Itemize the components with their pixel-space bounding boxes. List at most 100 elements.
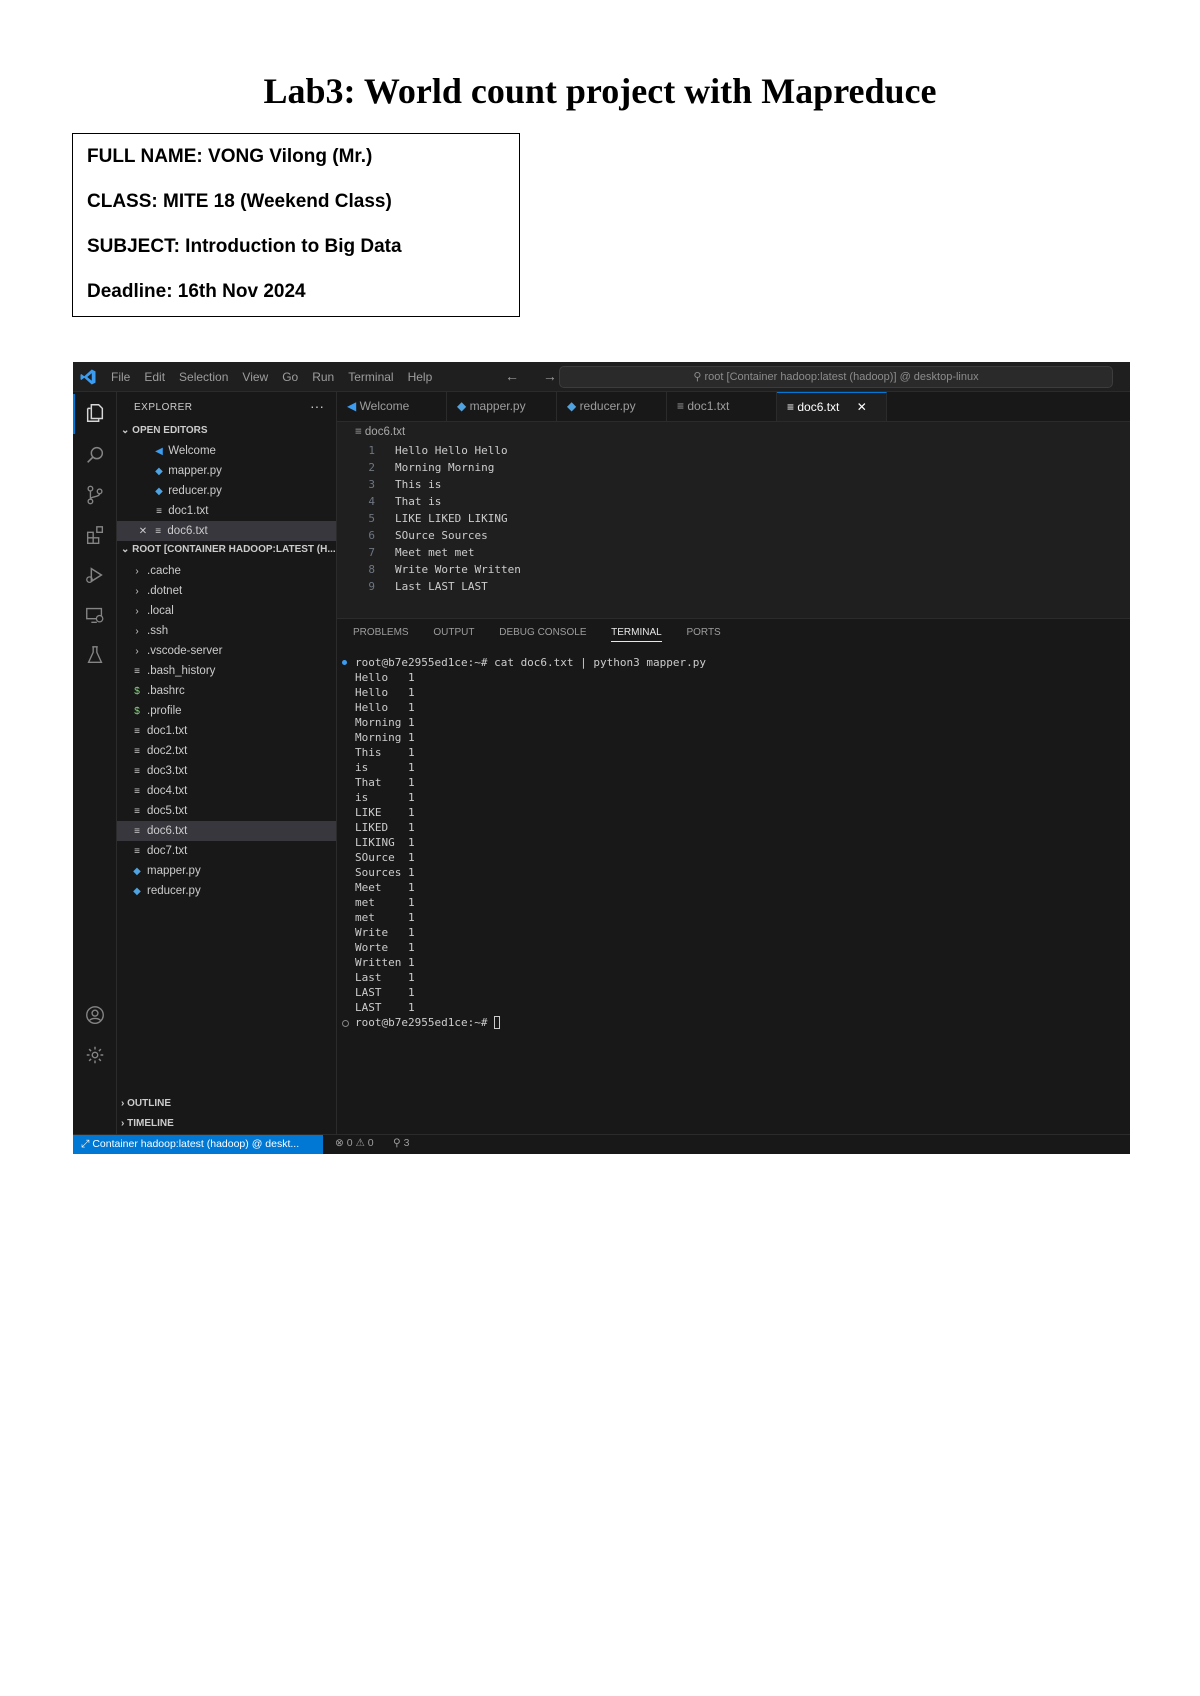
text-file-icon: ≡: [355, 426, 365, 438]
prompt-marker-icon: [342, 660, 347, 665]
tab-reducer[interactable]: ◆ reducer.py: [557, 392, 667, 421]
close-icon[interactable]: ✕: [857, 400, 867, 414]
menu-selection[interactable]: Selection: [179, 370, 228, 384]
tree-file[interactable]: $ .bashrc: [117, 681, 336, 701]
terminal-prompt: root@b7e2955ed1ce:~#: [355, 1016, 495, 1029]
text-file-icon: ≡: [134, 766, 140, 777]
remote-explorer-icon[interactable]: [84, 604, 106, 626]
tab-problems[interactable]: PROBLEMS: [353, 627, 409, 638]
tab-label: mapper.py: [469, 399, 526, 413]
tree-file[interactable]: ≡ doc2.txt: [117, 741, 336, 761]
student-info-box: FULL NAME: VONG Vilong (Mr.) CLASS: MITE…: [72, 133, 520, 317]
tab-ports[interactable]: PORTS: [686, 627, 720, 638]
menu-file[interactable]: File: [111, 370, 130, 384]
tab-label: doc1.txt: [687, 399, 730, 413]
tab-doc6[interactable]: ≡ doc6.txt ✕: [777, 392, 887, 421]
tree-file[interactable]: ◆ reducer.py: [117, 881, 336, 901]
testing-icon[interactable]: [84, 644, 106, 666]
line-content: SOurce Sources: [395, 529, 488, 542]
terminal-output-line: Written 1: [355, 956, 415, 969]
tree-item-label: .dotnet: [147, 585, 183, 597]
terminal-output-line: Last 1: [355, 971, 415, 984]
timeline-section[interactable]: › TIMELINE: [121, 1118, 174, 1129]
tab-debug-console[interactable]: DEBUG CONSOLE: [499, 627, 586, 638]
tree-folder[interactable]: › .cache: [117, 561, 336, 581]
open-editor-item[interactable]: ≡ doc1.txt: [117, 501, 336, 521]
more-actions-icon[interactable]: ···: [310, 398, 324, 414]
tree-file[interactable]: ≡ .bash_history: [117, 661, 336, 681]
line-number: 2: [368, 461, 375, 474]
open-editor-item[interactable]: ◆ reducer.py: [117, 481, 336, 501]
tree-folder[interactable]: › .dotnet: [117, 581, 336, 601]
line-number: 1: [368, 444, 375, 457]
code-line: 3 This is: [337, 476, 1130, 493]
tree-file[interactable]: ≡ doc7.txt: [117, 841, 336, 861]
terminal-output-line: This 1: [355, 746, 415, 759]
menu-edit[interactable]: Edit: [144, 370, 165, 384]
tab-mapper[interactable]: ◆ mapper.py: [447, 392, 557, 421]
tree-file[interactable]: ≡ doc4.txt: [117, 781, 336, 801]
search-icon[interactable]: [84, 444, 106, 466]
tree-file[interactable]: ≡ doc1.txt: [117, 721, 336, 741]
source-control-icon[interactable]: [84, 484, 106, 506]
menu-terminal[interactable]: Terminal: [348, 370, 393, 384]
prompt-marker-icon: [342, 1020, 349, 1027]
terminal-output-line: met 1: [355, 896, 415, 909]
open-editor-item[interactable]: ◀ Welcome: [117, 441, 336, 461]
chevron-right-icon: ›: [135, 646, 139, 657]
tab-terminal[interactable]: TERMINAL: [611, 627, 662, 642]
python-icon: ◆: [567, 399, 580, 413]
settings-gear-icon[interactable]: [84, 1044, 106, 1066]
outline-label: OUTLINE: [127, 1098, 171, 1109]
run-debug-icon[interactable]: [84, 564, 106, 586]
full-name: FULL NAME: VONG Vilong (Mr.): [87, 146, 373, 167]
menu-go[interactable]: Go: [282, 370, 298, 384]
code-editor[interactable]: ≡ doc6.txt 1 Hello Hello Hello 2 Morning Mo…: [337, 422, 1130, 618]
tree-item-label: .vscode-server: [147, 645, 223, 657]
open-editor-label: doc6.txt: [167, 525, 208, 537]
accounts-icon[interactable]: [84, 1004, 106, 1026]
tab-output[interactable]: OUTPUT: [433, 627, 474, 638]
problems-status[interactable]: ⊗ 0 ⚠ 0: [335, 1137, 374, 1149]
command-center[interactable]: ⚲ root [Container hadoop:latest (hadoop)…: [559, 366, 1113, 388]
tab-doc1[interactable]: ≡ doc1.txt: [667, 392, 777, 421]
text-file-icon: ≡: [677, 399, 688, 413]
tree-file[interactable]: ≡ doc5.txt: [117, 801, 336, 821]
tree-file[interactable]: ≡ doc3.txt: [117, 761, 336, 781]
extensions-icon[interactable]: [84, 524, 106, 546]
tree-item-label: .bashrc: [147, 685, 185, 697]
menu-view[interactable]: View: [242, 370, 268, 384]
close-icon[interactable]: ✕: [137, 522, 149, 542]
remote-indicator[interactable]: ⤢ Container hadoop:latest (hadoop) @ des…: [73, 1135, 323, 1154]
tree-folder[interactable]: › .ssh: [117, 621, 336, 641]
tree-file[interactable]: ≡ doc6.txt: [117, 821, 336, 841]
menu-run[interactable]: Run: [312, 370, 334, 384]
open-editor-item-active[interactable]: ✕ ≡ doc6.txt: [117, 521, 336, 541]
text-file-icon: ≡: [134, 666, 140, 677]
outline-section[interactable]: › OUTLINE: [121, 1098, 171, 1109]
menu-help[interactable]: Help: [408, 370, 433, 384]
nav-arrows[interactable]: ← →: [505, 368, 567, 384]
code-line: 2 Morning Morning: [337, 459, 1130, 476]
remote-label: Container hadoop:latest (hadoop) @ deskt…: [92, 1138, 300, 1150]
tree-file[interactable]: ◆ mapper.py: [117, 861, 336, 881]
text-file-icon: ≡: [156, 506, 162, 517]
root-folder-section[interactable]: ⌄ ROOT [CONTAINER HADOOP:LATEST (H...: [121, 544, 336, 555]
terminal-output-line: met 1: [355, 911, 415, 924]
line-number: 5: [368, 512, 375, 525]
terminal-output-line: Morning 1: [355, 716, 415, 729]
tree-folder[interactable]: › .vscode-server: [117, 641, 336, 661]
open-editors-section[interactable]: ⌄ OPEN EDITORS: [121, 425, 208, 436]
tree-item-label: doc7.txt: [147, 845, 188, 857]
explorer-icon[interactable]: [84, 402, 106, 424]
tab-welcome[interactable]: ◀ Welcome: [337, 392, 447, 421]
text-file-icon: ≡: [134, 786, 140, 797]
line-number: 3: [368, 478, 375, 491]
deadline-info: Deadline: 16th Nov 2024: [87, 281, 306, 302]
tree-file[interactable]: $ .profile: [117, 701, 336, 721]
ports-status[interactable]: ⚲ 3: [393, 1137, 409, 1149]
tree-folder[interactable]: › .local: [117, 601, 336, 621]
tree-item-label: doc2.txt: [147, 745, 188, 757]
terminal-output-line: Morning 1: [355, 731, 415, 744]
open-editor-item[interactable]: ◆ mapper.py: [117, 461, 336, 481]
